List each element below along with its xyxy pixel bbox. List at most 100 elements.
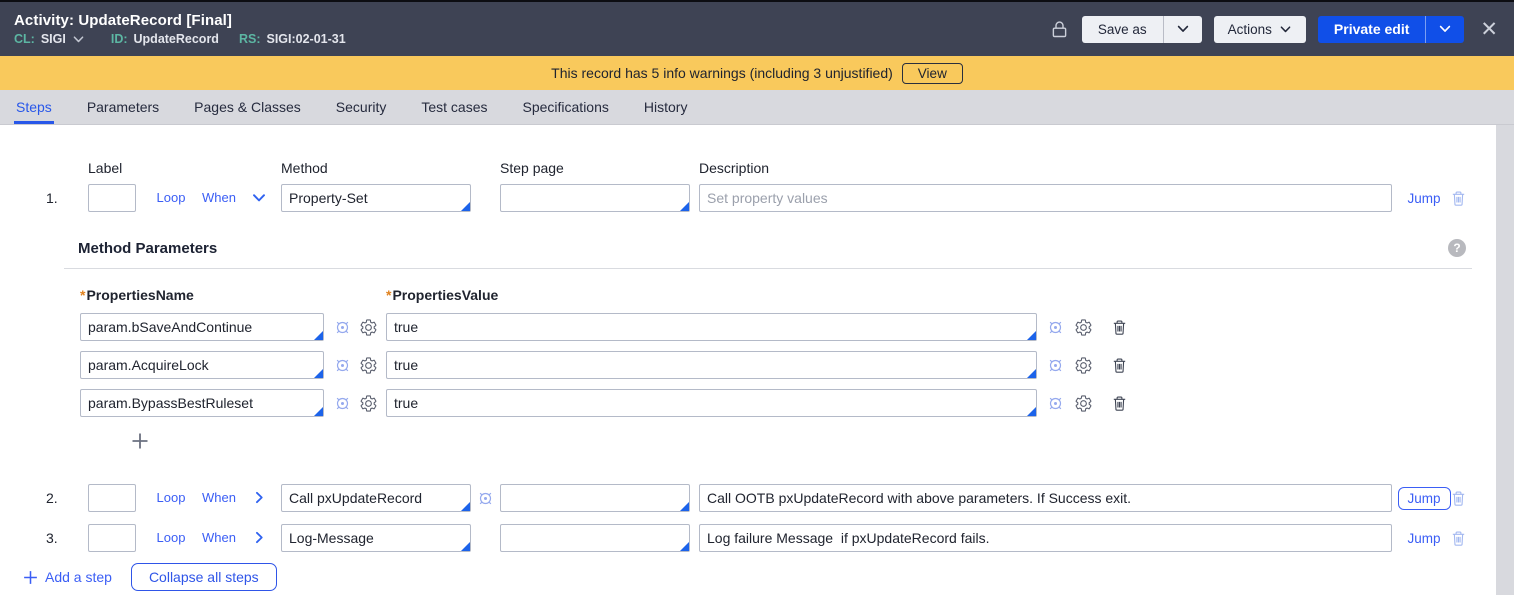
collapse-all-steps-button[interactable]: Collapse all steps	[130, 563, 277, 591]
lock-icon[interactable]	[1049, 19, 1070, 40]
method-input[interactable]	[281, 524, 471, 552]
save-as-chevron-icon[interactable]	[1164, 16, 1202, 43]
step-label-input[interactable]	[88, 184, 136, 212]
properties-name-header: *PropertiesName	[80, 287, 194, 303]
expand-step-chevron-icon[interactable]	[252, 490, 267, 505]
parameter-row	[64, 351, 1472, 379]
autocomplete-indicator	[314, 369, 323, 378]
gear-icon[interactable]	[1074, 356, 1093, 375]
parameter-row	[64, 313, 1472, 341]
private-edit-button[interactable]: Private edit	[1318, 16, 1425, 43]
collapse-step-chevron-icon[interactable]	[251, 190, 267, 206]
step-number: 1.	[46, 190, 58, 206]
loop-link[interactable]: Loop	[157, 530, 186, 545]
properties-value-input[interactable]	[386, 313, 1037, 341]
actions-chevron-icon	[1280, 25, 1291, 32]
goal-seek-icon[interactable]	[1046, 356, 1065, 375]
save-as-button[interactable]: Save as	[1082, 16, 1163, 43]
properties-value-input[interactable]	[386, 389, 1037, 417]
delete-step-icon[interactable]	[1449, 529, 1468, 548]
actions-button[interactable]: Actions	[1213, 15, 1306, 43]
jump-link[interactable]: Jump	[1407, 531, 1440, 546]
required-marker: *	[80, 287, 86, 303]
method-parameters-section: Method Parameters ? *PropertiesName *Pro…	[64, 239, 1472, 451]
step-page-input[interactable]	[500, 184, 690, 212]
tab-test-cases[interactable]: Test cases	[419, 90, 489, 124]
gear-icon[interactable]	[359, 394, 378, 413]
step-column-headers: Label Method Step page Description	[0, 156, 1496, 176]
add-parameter-row-icon[interactable]	[130, 431, 150, 451]
when-link[interactable]: When	[202, 190, 236, 205]
delete-step-icon[interactable]	[1449, 189, 1468, 208]
class-value[interactable]: SIGI	[41, 32, 66, 46]
description-input[interactable]	[699, 484, 1392, 512]
tab-steps[interactable]: Steps	[14, 90, 54, 124]
description-input[interactable]	[699, 184, 1392, 212]
rule-header: Activity: UpdateRecord [Final] CL: SIGI …	[0, 2, 1514, 56]
ruleset-value: SIGI:02-01-31	[266, 32, 346, 46]
header-actions: Save as Actions Private edit ✕	[1049, 15, 1502, 43]
gear-icon[interactable]	[1074, 318, 1093, 337]
activity-editor-window: Activity: UpdateRecord [Final] CL: SIGI …	[0, 0, 1514, 595]
method-input[interactable]	[281, 484, 471, 512]
description-column-header: Description	[699, 160, 770, 176]
goal-seek-icon[interactable]	[1046, 394, 1065, 413]
gear-icon[interactable]	[1074, 394, 1093, 413]
goal-seek-icon[interactable]	[333, 318, 352, 337]
autocomplete-indicator	[680, 542, 689, 551]
gear-icon[interactable]	[359, 318, 378, 337]
add-step-link[interactable]: Add a step	[22, 569, 112, 586]
tab-specifications[interactable]: Specifications	[521, 90, 611, 124]
id-label: ID:	[110, 32, 128, 46]
step-row-1: 1. Loop When Jump	[0, 183, 1496, 213]
method-input[interactable]	[281, 184, 471, 212]
loop-link[interactable]: Loop	[157, 190, 186, 205]
help-icon[interactable]: ?	[1448, 239, 1466, 257]
close-icon[interactable]: ✕	[1476, 19, 1502, 40]
description-input[interactable]	[699, 524, 1392, 552]
delete-step-icon[interactable]	[1449, 489, 1468, 508]
private-edit-chevron-icon[interactable]	[1426, 16, 1464, 43]
jump-link[interactable]: Jump	[1397, 486, 1451, 510]
properties-name-input[interactable]	[80, 313, 324, 341]
tab-parameters[interactable]: Parameters	[85, 90, 161, 124]
section-divider	[64, 268, 1472, 269]
goal-seek-icon[interactable]	[476, 489, 495, 508]
delete-parameter-icon[interactable]	[1110, 394, 1129, 413]
autocomplete-indicator	[461, 502, 470, 511]
delete-parameter-icon[interactable]	[1110, 356, 1129, 375]
properties-value-header: *PropertiesValue	[386, 287, 499, 303]
tab-security[interactable]: Security	[334, 90, 389, 124]
goal-seek-icon[interactable]	[333, 394, 352, 413]
class-label: CL:	[14, 32, 35, 46]
goal-seek-icon[interactable]	[1046, 318, 1065, 337]
properties-value-input[interactable]	[386, 351, 1037, 379]
plus-icon	[23, 569, 38, 585]
tab-pages-classes[interactable]: Pages & Classes	[192, 90, 303, 124]
warning-bar: This record has 5 info warnings (includi…	[0, 56, 1514, 90]
class-chevron-down-icon[interactable]	[72, 33, 85, 46]
method-column-header: Method	[281, 160, 328, 176]
tab-history[interactable]: History	[642, 90, 690, 124]
delete-parameter-icon[interactable]	[1110, 318, 1129, 337]
view-warnings-button[interactable]: View	[901, 62, 963, 84]
when-link[interactable]: When	[202, 490, 236, 505]
expand-step-chevron-icon[interactable]	[252, 530, 267, 545]
rule-tab-bar: Steps Parameters Pages & Classes Securit…	[0, 90, 1514, 125]
goal-seek-icon[interactable]	[333, 356, 352, 375]
step-label-input[interactable]	[88, 484, 136, 512]
step-row-2: 2. Loop When Jump	[0, 483, 1496, 513]
step-page-input[interactable]	[500, 524, 690, 552]
step-label-input[interactable]	[88, 524, 136, 552]
properties-name-input[interactable]	[80, 389, 324, 417]
jump-link[interactable]: Jump	[1407, 191, 1440, 206]
loop-link[interactable]: Loop	[157, 490, 186, 505]
required-marker: *	[386, 287, 392, 303]
save-as-split-button: Save as	[1081, 15, 1202, 43]
gear-icon[interactable]	[359, 356, 378, 375]
scrollbar-track[interactable]	[1496, 125, 1514, 595]
properties-name-input[interactable]	[80, 351, 324, 379]
when-link[interactable]: When	[202, 530, 236, 545]
step-page-input[interactable]	[500, 484, 690, 512]
rule-meta: CL: SIGI ID: UpdateRecord RS: SIGI:02-01…	[14, 32, 346, 46]
